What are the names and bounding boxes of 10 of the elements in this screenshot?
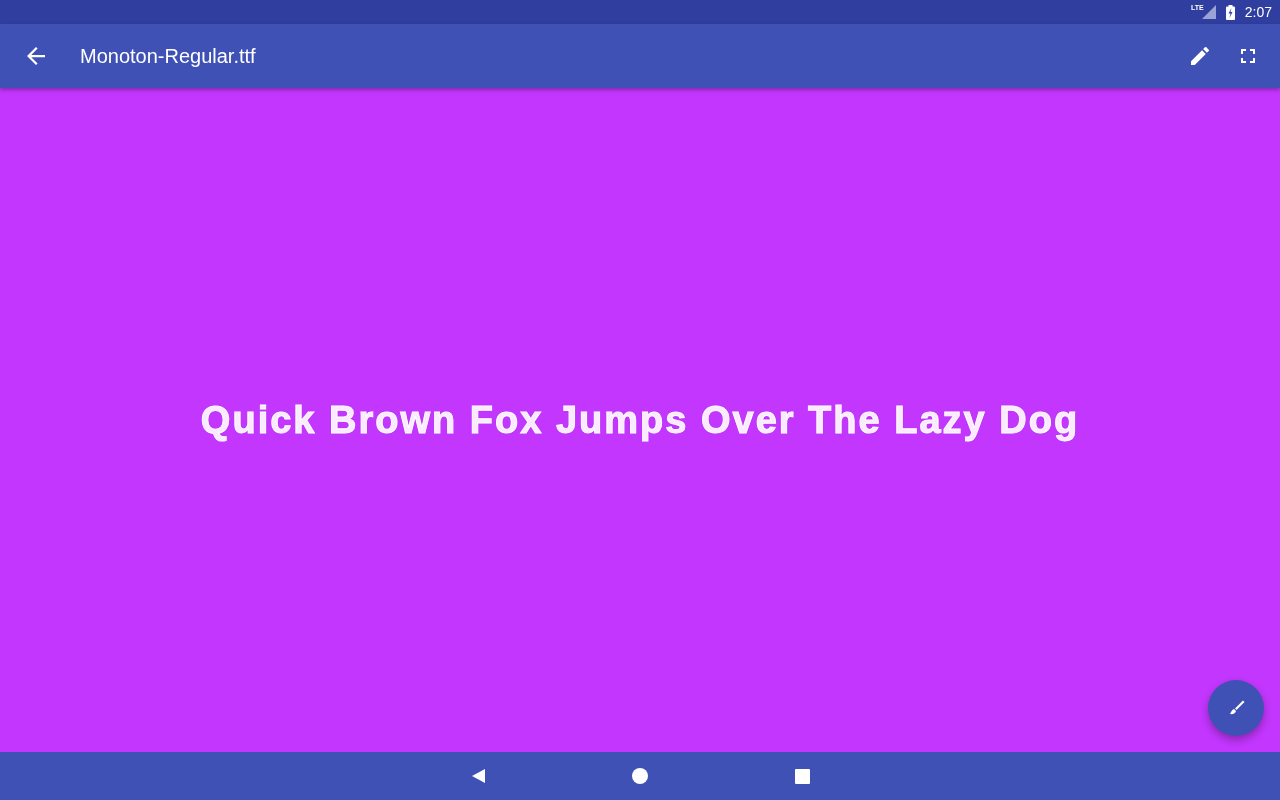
battery-charging-icon — [1225, 4, 1235, 20]
home-circle-icon — [632, 768, 648, 784]
back-triangle-icon — [470, 768, 486, 784]
clock-time: 2:07 — [1244, 4, 1272, 20]
fullscreen-icon — [1241, 49, 1255, 63]
back-arrow-icon — [27, 47, 45, 65]
font-sample-text: Quick Brown Fox Jumps Over The Lazy Dog — [200, 398, 1080, 442]
recents-square-icon — [794, 768, 810, 784]
pencil-icon — [1191, 47, 1209, 65]
toolbar-title: Monoton-Regular.ttf — [80, 44, 256, 68]
